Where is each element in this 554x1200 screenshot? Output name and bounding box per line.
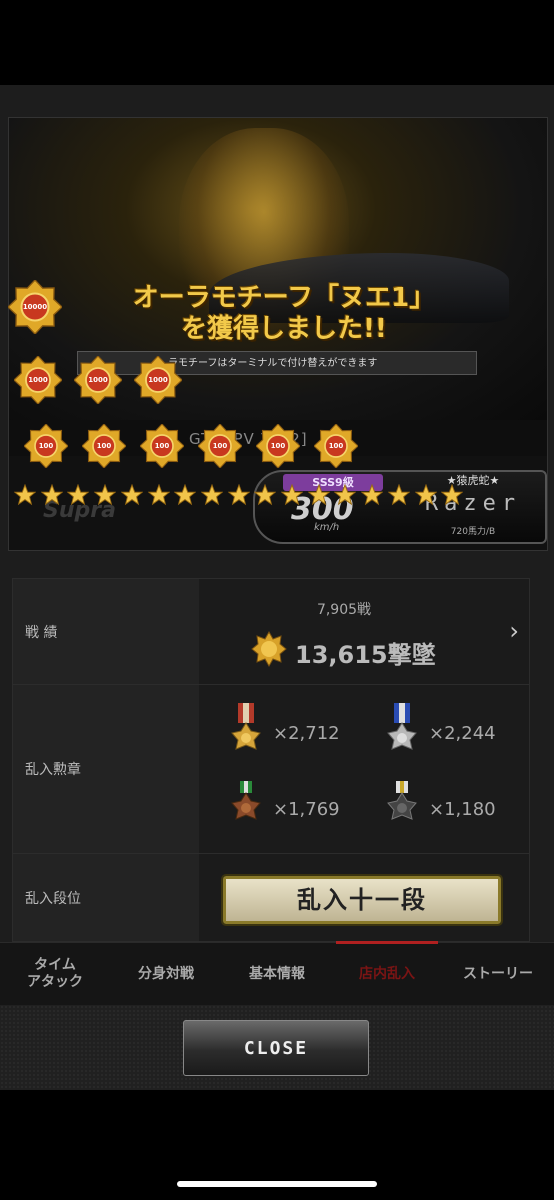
star-icon	[281, 484, 303, 506]
star-icon	[254, 484, 277, 506]
red-medal-icon	[231, 703, 261, 750]
record-label: 戦 績	[25, 624, 58, 641]
green-medal-count: ×1,769	[273, 799, 340, 820]
tab-time-attack[interactable]: タイム アタック	[0, 943, 110, 1005]
aura-acquired-headline: オーラモチーフ「ヌエ1」 を獲得しました!!	[104, 283, 464, 345]
red-medal-count: ×2,712	[273, 723, 340, 744]
medal-label: 100	[154, 442, 170, 450]
medal-100: 100	[24, 424, 68, 468]
tab-basic-info[interactable]: 基本情報	[222, 943, 332, 1005]
star-icon	[361, 484, 384, 506]
tab-in-store-battle[interactable]: 店内乱入	[332, 941, 442, 1005]
star-icon	[200, 484, 223, 506]
headline-line-1: オーラモチーフ「ヌエ1」	[132, 283, 436, 313]
blue-medal-count: ×2,244	[429, 723, 496, 744]
medal-label: 100	[212, 442, 228, 450]
medal-label: 100	[328, 442, 344, 450]
star-icon	[67, 484, 90, 506]
medal-label: 1000	[148, 376, 168, 384]
medal-label: 1000	[28, 376, 48, 384]
medal-label: 100	[270, 442, 286, 450]
dan-plate: 乱入十一段	[221, 874, 503, 926]
battle-count: 7,905戦	[316, 602, 372, 618]
medal-100: 100	[314, 424, 358, 468]
star-icon	[414, 484, 437, 506]
medal-100: 100	[82, 424, 126, 468]
tab-bar: タイム アタック 分身対戦 基本情報 店内乱入 ストーリー	[0, 941, 554, 1005]
record-row[interactable]: 戦 績 7,905戦 13,615撃墜 ›	[13, 579, 529, 685]
close-button[interactable]: CLOSE	[183, 1020, 369, 1076]
star-icon	[441, 484, 464, 506]
white-medal-count: ×1,180	[429, 799, 496, 820]
kill-count: 13,615撃墜	[295, 641, 436, 669]
star-icon	[227, 484, 250, 506]
medal-100: 100	[256, 424, 300, 468]
medal-1000: 1000	[14, 356, 62, 404]
driver-horsepower: 720馬力/B	[450, 527, 496, 537]
star-icon	[147, 484, 170, 506]
medal-label: 1000	[88, 376, 108, 384]
star-icon	[14, 484, 36, 506]
medal-label: 100	[96, 442, 112, 450]
medal-label: 10000	[22, 303, 48, 311]
medal-1000: 1000	[134, 356, 182, 404]
medal-label: 100	[38, 442, 54, 450]
medal-100: 100	[198, 424, 242, 468]
chevron-right-icon[interactable]: ›	[509, 617, 519, 645]
star-icon	[174, 484, 197, 506]
star-icon	[120, 484, 143, 506]
star-icon	[307, 484, 330, 506]
star-icon	[334, 484, 357, 506]
medal-100: 100	[140, 424, 184, 468]
headline-line-2: を獲得しました!!	[181, 314, 387, 344]
home-indicator[interactable]	[177, 1181, 377, 1187]
tab-ghost-battle[interactable]: 分身対戦	[110, 943, 222, 1005]
star-icon	[40, 484, 63, 506]
medal-10000: 10000	[8, 280, 62, 334]
white-medal-icon	[387, 781, 417, 820]
dan-label: 乱入段位	[25, 890, 81, 907]
blue-medal-icon	[387, 703, 417, 750]
dan-row: 乱入段位 乱入十一段	[13, 854, 529, 941]
medals-label: 乱入勲章	[25, 762, 81, 778]
tab-story[interactable]: ストーリー	[442, 943, 554, 1005]
stats-table: 戦 績 7,905戦 13,615撃墜 › 乱入勲章 ×2,712 ×2,244…	[12, 578, 530, 942]
medal-1000: 1000	[74, 356, 122, 404]
green-medal-icon	[231, 781, 261, 820]
kill-medal-icon	[251, 631, 287, 667]
speed-unit: km/h	[314, 522, 340, 533]
medals-row: 乱入勲章 ×2,712 ×2,244 ×1,769 ×1,180	[13, 685, 529, 854]
star-icon	[387, 484, 410, 506]
star-icon	[94, 484, 117, 506]
